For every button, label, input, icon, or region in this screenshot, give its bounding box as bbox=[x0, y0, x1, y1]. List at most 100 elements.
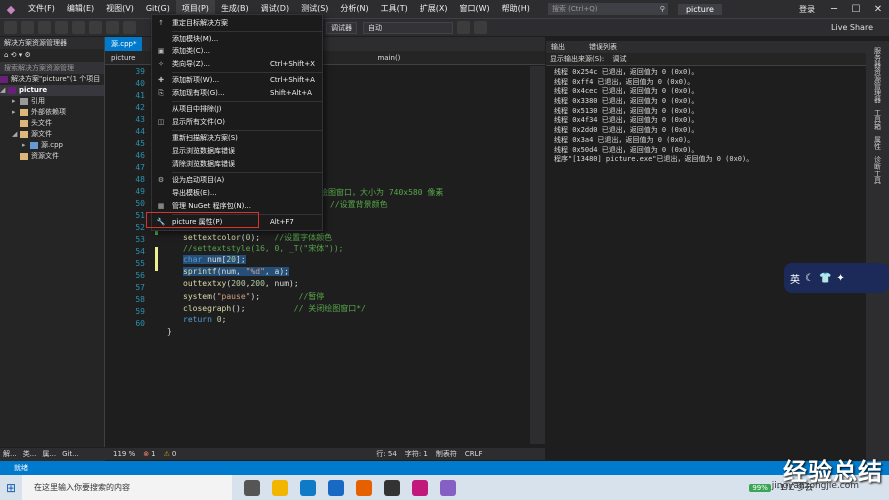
taskbar-search-placeholder: 在这里输入你要搜索的内容 bbox=[34, 483, 130, 492]
tab-solution[interactable]: 解... bbox=[0, 448, 20, 461]
solution-search-input[interactable]: 搜索解决方案资源管理 bbox=[0, 62, 104, 74]
project-row[interactable]: ◢ picture bbox=[0, 85, 104, 96]
save-all-icon[interactable] bbox=[89, 21, 102, 34]
menu-item-add-class[interactable]: ▣ 添加类(C)... bbox=[152, 45, 322, 57]
app-icon[interactable] bbox=[412, 479, 428, 496]
menu-item-class-wizard[interactable]: ✧ 类向导(Z)... Ctrl+Shift+X bbox=[152, 58, 322, 70]
shirt-icon[interactable]: 👕 bbox=[819, 273, 831, 284]
project-nav-combo[interactable]: picture bbox=[105, 54, 141, 62]
zoom-level[interactable]: 119 % bbox=[113, 450, 135, 458]
open-icon[interactable] bbox=[55, 21, 68, 34]
menu-item-retarget[interactable]: ↑ 重定目标解决方案 bbox=[152, 17, 322, 29]
menu-item-add-new[interactable]: ✚ 添加新项(W)... Ctrl+Shift+A bbox=[152, 74, 322, 86]
taskbar-search-input[interactable]: 在这里输入你要搜索的内容 bbox=[22, 475, 232, 500]
line-number: 55 bbox=[135, 259, 145, 268]
redo-icon[interactable] bbox=[123, 21, 136, 34]
tab-class[interactable]: 类... bbox=[20, 448, 40, 461]
maximize-icon[interactable]: ☐ bbox=[845, 4, 867, 15]
highlight-box bbox=[146, 212, 259, 228]
tab-props[interactable]: 属... bbox=[39, 448, 59, 461]
tab-output[interactable]: 输出 bbox=[546, 41, 570, 53]
menu-extensions[interactable]: 扩展(X) bbox=[414, 0, 454, 18]
menu-item-export-template[interactable]: 导出模板(E)... bbox=[152, 187, 322, 199]
output-line: 线程 0x4cec 已退出，返回值为 0 (0x0)。 bbox=[554, 87, 699, 96]
tree-node-headers[interactable]: 头文件 bbox=[0, 118, 104, 129]
expand-icon[interactable]: ◢ bbox=[12, 129, 20, 140]
menu-tools[interactable]: 工具(T) bbox=[375, 0, 414, 18]
ime-language-label[interactable]: 英 bbox=[790, 271, 800, 286]
tree-node-external[interactable]: ▸ 外部依赖项 bbox=[0, 107, 104, 118]
menu-edit[interactable]: 编辑(E) bbox=[61, 0, 100, 18]
windows-start-icon[interactable]: ⊞ bbox=[0, 481, 22, 495]
config-combo[interactable]: 自动 bbox=[363, 21, 453, 34]
solution-explorer-title: 解决方案资源管理器 bbox=[0, 37, 104, 49]
tab-server-explorer[interactable]: 服务器资源管理器 bbox=[873, 47, 883, 103]
tab-source-cpp[interactable]: 源.cpp* bbox=[105, 37, 143, 51]
tab-properties[interactable]: 属性 bbox=[873, 136, 883, 150]
menu-window[interactable]: 窗口(W) bbox=[454, 0, 496, 18]
tab-git[interactable]: Git... bbox=[59, 448, 82, 461]
forward-icon[interactable] bbox=[21, 21, 34, 34]
search-input[interactable]: 搜索 (Ctrl+Q) ⚲ bbox=[547, 3, 668, 15]
battery-indicator[interactable]: 99% bbox=[749, 483, 771, 492]
collapse-icon[interactable]: ▸ bbox=[12, 96, 20, 107]
line-number: 48 bbox=[135, 175, 145, 184]
task-view-icon[interactable] bbox=[244, 479, 260, 496]
undo-icon[interactable] bbox=[106, 21, 119, 34]
tab-diagnostics[interactable]: 诊断工具 bbox=[873, 156, 883, 184]
back-icon[interactable] bbox=[4, 21, 17, 34]
mail-icon[interactable] bbox=[328, 479, 344, 496]
save-icon[interactable] bbox=[72, 21, 85, 34]
menu-analyze[interactable]: 分析(N) bbox=[334, 0, 374, 18]
minimize-icon[interactable]: ─ bbox=[823, 4, 845, 15]
ime-toolbar[interactable]: 英 ☾ 👕 ✦ bbox=[784, 263, 889, 293]
new-project-icon[interactable] bbox=[38, 21, 51, 34]
live-share-button[interactable]: Live Share bbox=[831, 23, 873, 32]
tree-node-references[interactable]: ▸ 引用 bbox=[0, 96, 104, 107]
close-icon[interactable]: ✕ bbox=[867, 4, 889, 15]
visual-studio-icon[interactable] bbox=[440, 479, 456, 496]
menu-separator bbox=[172, 101, 322, 102]
login-link[interactable]: 登录 bbox=[799, 4, 815, 15]
error-icon[interactable]: ⊗ bbox=[143, 450, 149, 458]
menu-help[interactable]: 帮助(H) bbox=[496, 0, 536, 18]
star-icon[interactable]: ✦ bbox=[836, 273, 844, 284]
vertical-scrollbar[interactable] bbox=[530, 66, 545, 444]
expand-icon[interactable]: ◢ bbox=[0, 85, 8, 96]
menu-separator bbox=[172, 72, 322, 73]
function-nav-combo[interactable]: main() bbox=[371, 54, 406, 62]
menu-item-nuget[interactable]: ▦ 管理 NuGet 程序包(N)... bbox=[152, 200, 322, 212]
menu-item-set-startup[interactable]: ⚙ 设为启动项目(A) bbox=[152, 174, 322, 186]
menu-item-add-existing[interactable]: ⎘ 添加现有项(G)... Shift+Alt+A bbox=[152, 87, 322, 99]
moon-icon[interactable]: ☾ bbox=[805, 273, 814, 284]
tab-toolbox[interactable]: 工具箱 bbox=[873, 109, 883, 130]
tree-node-resources[interactable]: 资源文件 bbox=[0, 151, 104, 162]
toolbar-icon[interactable] bbox=[457, 21, 470, 34]
menu-separator bbox=[172, 172, 322, 173]
menu-item-add-module[interactable]: 添加模块(M)... bbox=[152, 33, 322, 45]
cpp-file-icon bbox=[30, 141, 38, 149]
collapse-icon[interactable]: ▸ bbox=[22, 140, 30, 151]
menu-view[interactable]: 视图(V) bbox=[100, 0, 140, 18]
menu-file[interactable]: 文件(F) bbox=[22, 0, 61, 18]
toolbar-icon[interactable] bbox=[474, 21, 487, 34]
collapse-icon[interactable]: ▸ bbox=[12, 107, 20, 118]
edge-icon[interactable] bbox=[300, 479, 316, 496]
menu-item-rescan[interactable]: 重新扫描解决方案(S) bbox=[152, 132, 322, 144]
warning-icon[interactable]: ⚠ bbox=[164, 450, 170, 458]
menu-item-exclude[interactable]: 从项目中排除(J) bbox=[152, 103, 322, 115]
menu-item-clear-db-errors[interactable]: 清除浏览数据库错误 bbox=[152, 158, 322, 170]
solution-row[interactable]: 解决方案"picture"(1 个项目 bbox=[0, 74, 104, 85]
tree-node-sources[interactable]: ◢ 源文件 bbox=[0, 129, 104, 140]
firefox-icon[interactable] bbox=[356, 479, 372, 496]
file-explorer-icon[interactable] bbox=[272, 479, 288, 496]
tree-node-source-cpp[interactable]: ▸ 源.cpp bbox=[0, 140, 104, 151]
menu-item-show-all[interactable]: ◫ 显示所有文件(O) bbox=[152, 116, 322, 128]
tab-error-list[interactable]: 错误列表 bbox=[584, 41, 622, 53]
output-source-select[interactable]: 调试 bbox=[613, 55, 627, 63]
code-line-56: outtextxy(200,200, num); bbox=[183, 279, 299, 288]
terminal-icon[interactable] bbox=[384, 479, 400, 496]
solution-name-badge: picture bbox=[677, 3, 722, 15]
debugger-combo[interactable]: 调试器 bbox=[326, 21, 357, 34]
menu-item-show-db-errors[interactable]: 显示浏览数据库错误 bbox=[152, 145, 322, 157]
